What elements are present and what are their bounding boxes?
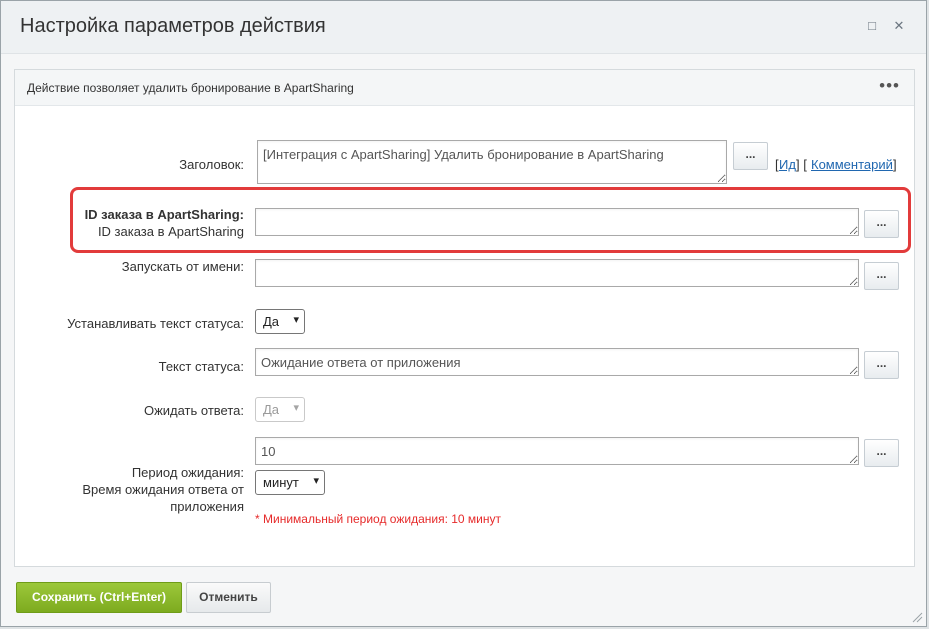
status-text-input[interactable]: Ожидание ответа от приложения [255,348,859,376]
wait-period-sublabel-1: Время ожидания ответа от [82,482,244,497]
wait-response-value: Да [263,402,280,417]
wait-response-select: Да ▾ [255,397,305,422]
chevron-down-icon: ▾ [293,314,299,326]
comment-link-bracket-close: ] [893,157,897,172]
save-button[interactable]: Сохранить (Ctrl+Enter) [16,582,182,613]
status-text-dots-button[interactable]: ... [864,351,899,379]
resize-grip-icon[interactable] [912,612,923,623]
run-as-dots-button[interactable]: ... [864,262,899,290]
wait-period-label: Период ожидания: [131,465,244,480]
set-status-label: Устанавливать текст статуса: [67,316,244,331]
panel-header: Действие позволяет удалить бронирование … [15,70,914,106]
run-as-input[interactable] [255,259,859,287]
wait-response-label: Ожидать ответа: [143,403,244,418]
maximize-icon[interactable]: □ [864,18,880,34]
wait-period-hint: * Минимальный период ожидания: 10 минут [255,512,501,526]
title-label: Заголовок: [179,157,244,172]
cancel-button[interactable]: Отменить [186,582,271,613]
set-status-select[interactable]: Да ▾ [255,309,305,334]
order-id-input[interactable] [255,208,859,236]
comment-link[interactable]: Комментарий [811,157,893,172]
wait-period-dots-button[interactable]: ... [864,439,899,467]
order-id-dots-button[interactable]: ... [864,210,899,238]
wait-period-sublabel-2: приложения [170,499,244,514]
title-dots-button[interactable]: ... [733,142,768,170]
title-input[interactable]: [Интеграция с ApartSharing] Удалить брон… [257,140,727,184]
dialog-title: Настройка параметров действия [20,15,326,37]
wait-period-unit-select[interactable]: минут ▾ [255,470,325,495]
link-separator: ] [ [796,157,807,172]
status-text-label: Текст статуса: [158,359,244,374]
order-id-sublabel: ID заказа в ApartSharing [97,224,244,239]
chevron-down-icon: ▾ [313,475,319,487]
run-as-label: Запускать от имени: [121,259,244,274]
set-status-value: Да [263,314,280,329]
more-options-icon[interactable]: ••• [879,76,900,96]
wait-period-unit-value: минут [263,475,299,490]
chevron-down-icon: ▾ [293,402,299,414]
dialog-window: Настройка параметров действия □ ✕ Действ… [0,0,927,627]
wait-period-input[interactable]: 10 [255,437,859,465]
id-link[interactable]: Ид [779,157,796,172]
order-id-label: ID заказа в ApartSharing: [84,207,244,222]
action-description: Действие позволяет удалить бронирование … [27,81,354,95]
dialog-titlebar[interactable]: Настройка параметров действия □ ✕ [1,1,926,54]
close-icon[interactable]: ✕ [891,18,907,34]
